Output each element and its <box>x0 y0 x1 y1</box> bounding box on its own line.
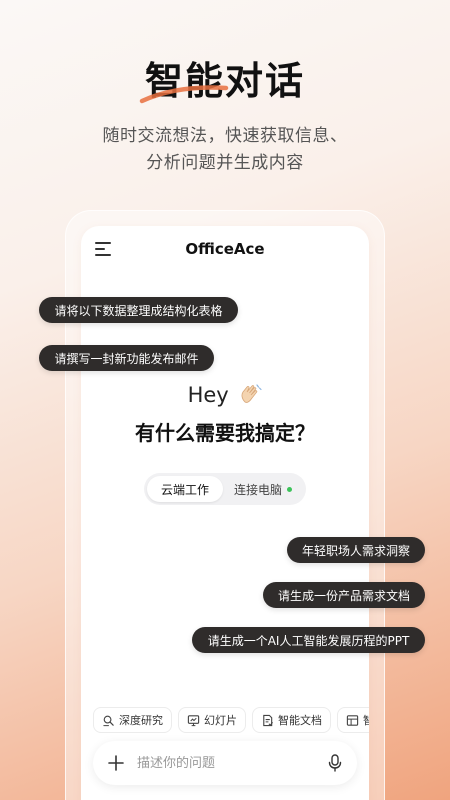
tool-chip-row: 深度研究 幻灯片 智能文档 智 <box>93 707 369 733</box>
waving-hand-icon <box>241 384 263 403</box>
suggestion-bubble[interactable]: 请撰写一封新功能发布邮件 <box>39 345 214 371</box>
tool-slides[interactable]: 幻灯片 <box>178 707 246 733</box>
mode-toggle: 云端工作 连接电脑 <box>144 473 306 505</box>
tool-deep-research-label: 深度研究 <box>119 714 163 727</box>
tool-smart-table[interactable]: 智 <box>337 707 369 733</box>
promo-subtitle-line2: 分析问题并生成内容 <box>146 153 304 173</box>
tool-smart-doc-label: 智能文档 <box>278 714 322 727</box>
hey-text: Hey <box>187 383 229 407</box>
suggestion-bubble[interactable]: 请生成一个AI人工智能发展历程的PPT <box>192 627 425 653</box>
plus-icon[interactable] <box>107 754 125 772</box>
promo-subtitle-line1: 随时交流想法，快速获取信息、 <box>102 126 348 146</box>
online-status-dot <box>287 486 292 492</box>
table-icon <box>346 714 359 726</box>
tool-slides-label: 幻灯片 <box>204 714 237 727</box>
mode-cloud-tab[interactable]: 云端工作 <box>147 476 223 502</box>
mode-connect-pc-tab[interactable]: 连接电脑 <box>223 476 303 502</box>
hey-greeting: Hey <box>81 383 369 407</box>
microphone-icon[interactable] <box>327 754 343 772</box>
slides-icon <box>187 714 200 726</box>
chat-input-bar <box>93 741 357 785</box>
app-title: OfficeAce <box>185 240 265 258</box>
suggestion-bubble[interactable]: 请生成一份产品需求文档 <box>263 582 425 608</box>
app-header: OfficeAce <box>81 226 369 272</box>
research-icon <box>103 715 114 726</box>
chat-input[interactable] <box>137 755 327 771</box>
suggestion-bubble[interactable]: 年轻职场人需求洞察 <box>287 537 425 563</box>
mode-connect-pc-label: 连接电脑 <box>233 482 282 497</box>
suggestion-bubble[interactable]: 请将以下数据整理成结构化表格 <box>39 297 238 323</box>
main-greeting: 有什么需要我搞定？ <box>135 421 315 445</box>
document-icon <box>263 714 273 726</box>
tool-smart-doc[interactable]: 智能文档 <box>252 707 331 733</box>
tool-deep-research[interactable]: 深度研究 <box>93 707 172 733</box>
brush-stroke-decoration <box>139 85 229 104</box>
tool-smart-table-label: 智 <box>363 714 369 727</box>
